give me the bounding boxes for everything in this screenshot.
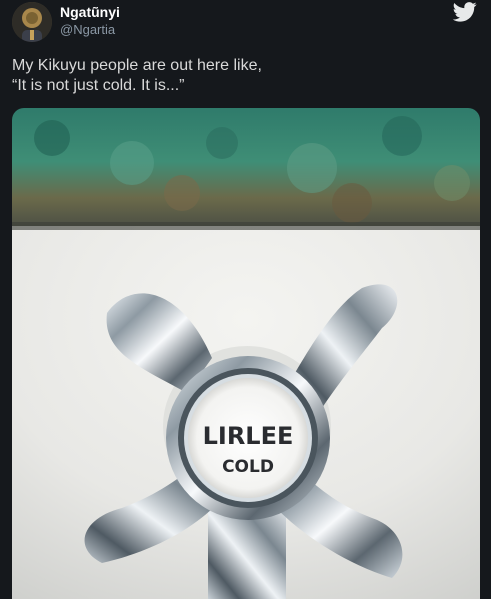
tweet-text-line-2: “It is not just cold. It is...” <box>12 77 185 94</box>
tweet-text-line-1: My Kikuyu people are out here like, <box>12 57 262 74</box>
twitter-bird-icon[interactable] <box>453 2 477 22</box>
tweet-header: Ngatũnyi @Ngartia <box>0 0 491 50</box>
faucet-photo: LIRLEE COLD <box>12 108 480 599</box>
label-word: COLD <box>222 457 274 477</box>
avatar[interactable] <box>12 2 52 42</box>
author-handle[interactable]: @Ngartia <box>60 22 115 37</box>
author-name[interactable]: Ngatũnyi <box>60 4 120 20</box>
tweet-text: My Kikuyu people are out here like, “It … <box>12 56 477 96</box>
label-brand: LIRLEE <box>203 422 294 450</box>
tweet-media[interactable]: LIRLEE COLD <box>12 108 480 599</box>
avatar-image <box>12 2 52 42</box>
